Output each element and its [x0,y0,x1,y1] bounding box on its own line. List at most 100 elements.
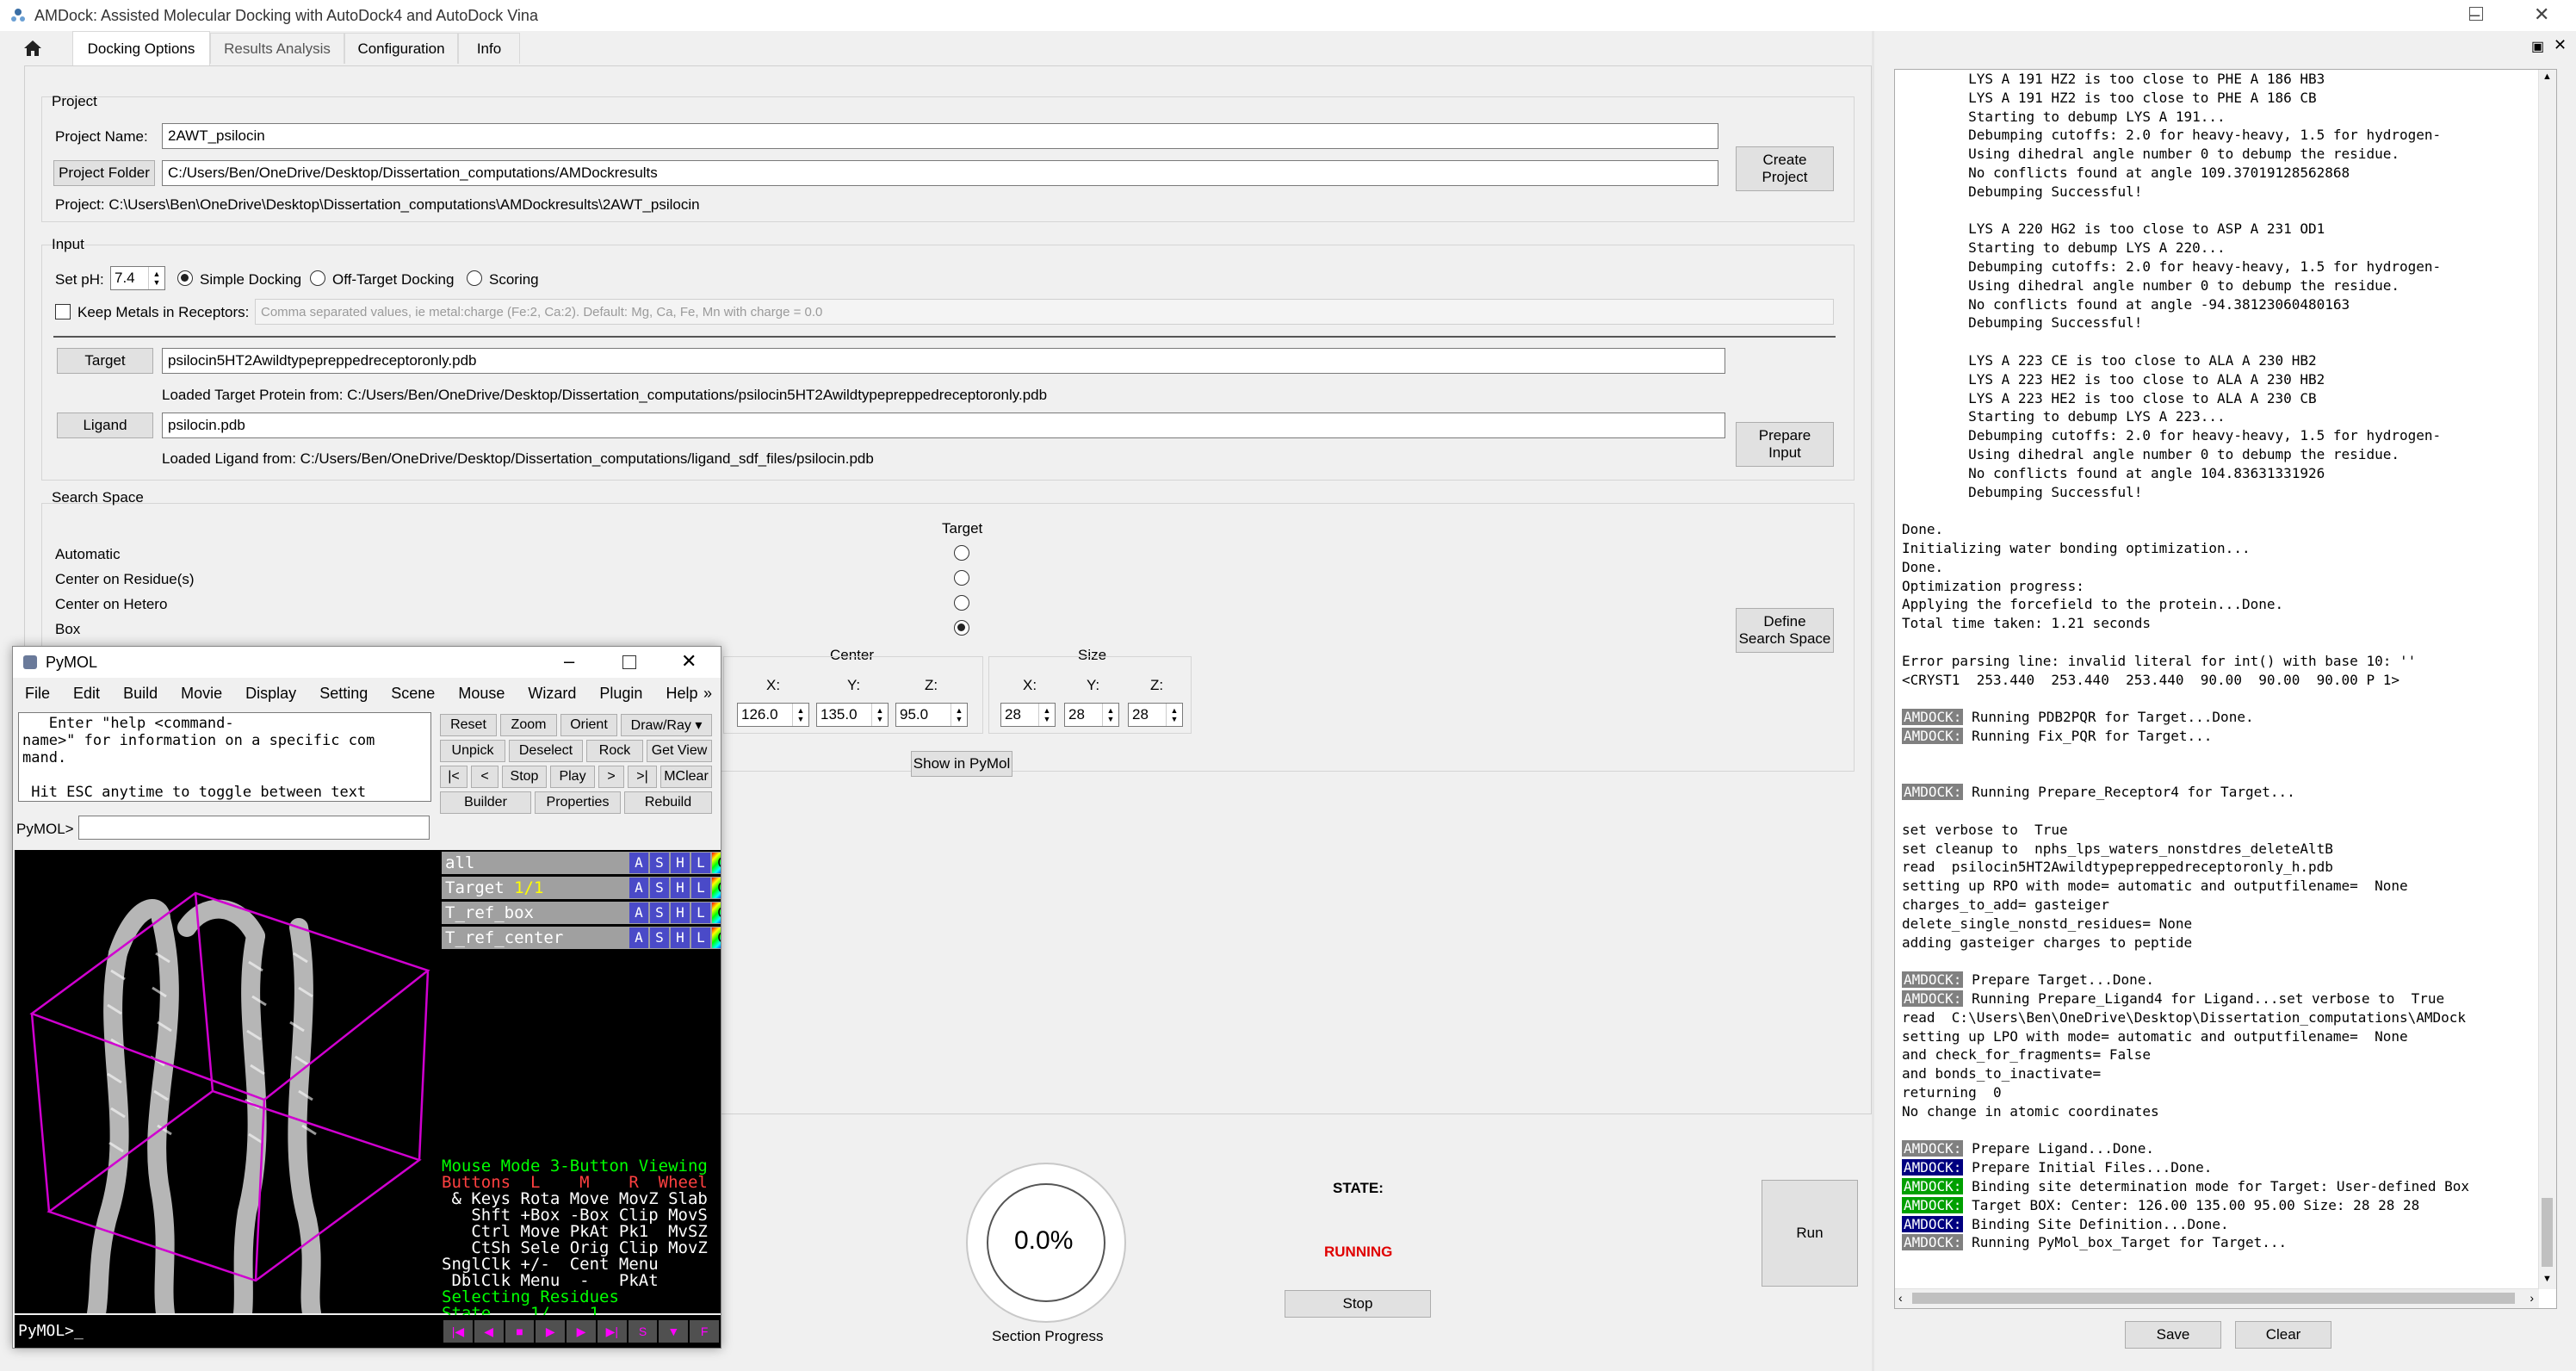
pymol-movie-controls[interactable]: |◀ ◀ ■ ▶ ▶ ▶| S ▼ F [443,1320,720,1343]
spin-arrows-icon[interactable]: ▲ ▼ [148,267,164,289]
pymol-color-c[interactable]: C [712,903,721,923]
pymol-play-button[interactable]: Play [550,766,595,788]
pymol-hide-h[interactable]: H [671,927,690,948]
pymol-label-l[interactable]: L [691,853,710,873]
pymol-zoom-button[interactable]: Zoom [500,714,557,736]
pymol-command-input[interactable] [78,816,430,840]
pymol-hide-h[interactable]: H [671,878,690,898]
scoring-radio[interactable] [467,270,482,286]
ligand-input[interactable]: psilocin.pdb [162,413,1725,438]
define-search-space-button[interactable]: Define Search Space [1736,608,1834,653]
pymol-prev-frame-button[interactable]: < [471,766,498,788]
scroll-down-icon[interactable]: ▼ [2542,1274,2552,1284]
pymol-menu-wizard[interactable]: Wizard [528,685,576,702]
box-radio[interactable] [954,620,969,636]
scroll-up-icon[interactable]: ▲ [2542,71,2552,82]
project-folder-input[interactable]: C:/Users/Ben/OneDrive/Desktop/Dissertati… [162,160,1718,186]
center-on-hetero-radio[interactable] [954,595,969,611]
pymol-maximize-icon[interactable] [622,655,636,669]
pymol-menu-plugin[interactable]: Plugin [599,685,642,702]
spin-arrows-icon[interactable]: ▲ ▼ [1102,704,1118,726]
pymol-object-t-ref-center[interactable]: T_ref_center ASHLC [442,927,721,949]
log-vertical-scroll-thumb[interactable] [2542,1198,2553,1267]
pymol-action-a[interactable]: A [629,853,648,873]
center-x-spinbox[interactable]: 126.0 ▲ ▼ [737,703,809,727]
center-z-spinbox[interactable]: 95.0 ▲ ▼ [895,703,968,727]
simple-docking-radio[interactable] [177,270,193,286]
stop-button[interactable]: Stop [1285,1290,1431,1318]
target-input[interactable]: psilocin5HT2Awildtypepreppedreceptoronly… [162,348,1725,374]
pymol-object-t-ref-box[interactable]: T_ref_box ASHLC [442,902,721,924]
prepare-input-button[interactable]: Prepare Input [1736,422,1834,467]
pymol-console[interactable]: Enter "help <command- name>" for informa… [18,712,431,802]
pymol-orient-button[interactable]: Orient [560,714,617,736]
show-in-pymol-button[interactable]: Show in PyMol [911,751,1012,777]
pymol-hide-h[interactable]: H [671,903,690,923]
size-z-spinbox[interactable]: 28 ▲ ▼ [1128,703,1183,727]
ph-spinbox[interactable]: 7.4 ▲ ▼ [110,266,165,290]
pymol-mclear-button[interactable]: MClear [660,766,712,788]
save-log-button[interactable]: Save [2125,1321,2221,1349]
keep-metals-input[interactable]: Comma separated values, ie metal:charge … [255,299,1834,325]
pymol-menu-file[interactable]: File [25,685,50,702]
pymol-builder-button[interactable]: Builder [440,791,531,814]
pymol-menu-scene[interactable]: Scene [391,685,435,702]
off-target-docking-radio[interactable] [310,270,325,286]
close-icon[interactable]: ✕ [2534,3,2549,26]
home-icon[interactable] [21,38,52,62]
log-horizontal-scrollbar[interactable]: ‹ › [1895,1288,2539,1308]
pymol-color-c[interactable]: C [712,853,721,873]
dock-float-icon[interactable]: ▣ [2531,38,2544,55]
scroll-left-icon[interactable]: ‹ [1898,1291,1903,1305]
log-output[interactable]: LYS A 191 HZ2 is too close to PHE A 186 … [1894,69,2557,1309]
project-name-input[interactable]: 2AWT_psilocin [162,123,1718,149]
automatic-radio[interactable] [954,545,969,561]
pymol-draw-ray-button[interactable]: Draw/Ray ▾ [621,714,712,736]
pymol-show-s[interactable]: S [650,878,669,898]
scene-s-icon[interactable]: S [628,1320,658,1343]
play-icon[interactable]: ▶ [536,1320,566,1343]
spin-arrows-icon[interactable]: ▲ ▼ [1166,704,1182,726]
pymol-label-l[interactable]: L [691,878,710,898]
pymol-more-icon[interactable]: » [703,685,712,703]
target-button[interactable]: Target [57,348,153,374]
size-y-spinbox[interactable]: 28 ▲ ▼ [1064,703,1119,727]
pymol-object-target[interactable]: Target 1/1 ASHLC [442,877,721,899]
pymol-menu-movie[interactable]: Movie [181,685,222,702]
create-project-button[interactable]: Create Project [1736,146,1834,191]
pymol-rebuild-button[interactable]: Rebuild [624,791,712,814]
pymol-label-l[interactable]: L [691,927,710,948]
log-horizontal-scroll-thumb[interactable] [1912,1293,2515,1304]
project-folder-button[interactable]: Project Folder [53,160,155,186]
pymol-get-view-button[interactable]: Get View [647,740,712,762]
pymol-unpick-button[interactable]: Unpick [440,740,505,762]
pymol-rock-button[interactable]: Rock [586,740,643,762]
pymol-menu-edit[interactable]: Edit [73,685,100,702]
pymol-deselect-button[interactable]: Deselect [509,740,583,762]
rewind-icon[interactable]: |◀ [443,1320,473,1343]
ligand-button[interactable]: Ligand [57,413,153,438]
stop-icon[interactable]: ■ [505,1320,535,1343]
pymol-object-all[interactable]: all ASHLC [442,852,721,874]
spin-arrows-icon[interactable]: ▲ ▼ [792,704,808,726]
pymol-label-l[interactable]: L [691,903,710,923]
pymol-action-a[interactable]: A [629,903,648,923]
step-forward-icon[interactable]: ▶ [567,1320,596,1343]
pymol-action-a[interactable]: A [629,927,648,948]
pymol-color-c[interactable]: C [712,927,721,948]
pymol-3d-viewport[interactable] [15,850,440,1313]
tab-docking-options[interactable]: Docking Options [72,31,210,65]
pymol-reset-button[interactable]: Reset [440,714,497,736]
clear-log-button[interactable]: Clear [2235,1321,2331,1349]
run-button[interactable]: Run [1762,1180,1858,1287]
tab-configuration[interactable]: Configuration [344,33,458,64]
dock-close-icon[interactable]: ✕ [2554,36,2567,54]
pymol-menu-display[interactable]: Display [245,685,296,702]
fullscreen-f-icon[interactable]: F [690,1320,720,1343]
pymol-color-c[interactable]: C [712,878,721,898]
pymol-menu-setting[interactable]: Setting [319,685,368,702]
pymol-next-frame-button[interactable]: > [598,766,624,788]
keep-metals-checkbox[interactable] [55,304,71,319]
pymol-show-s[interactable]: S [650,927,669,948]
pymol-stop-button[interactable]: Stop [502,766,547,788]
